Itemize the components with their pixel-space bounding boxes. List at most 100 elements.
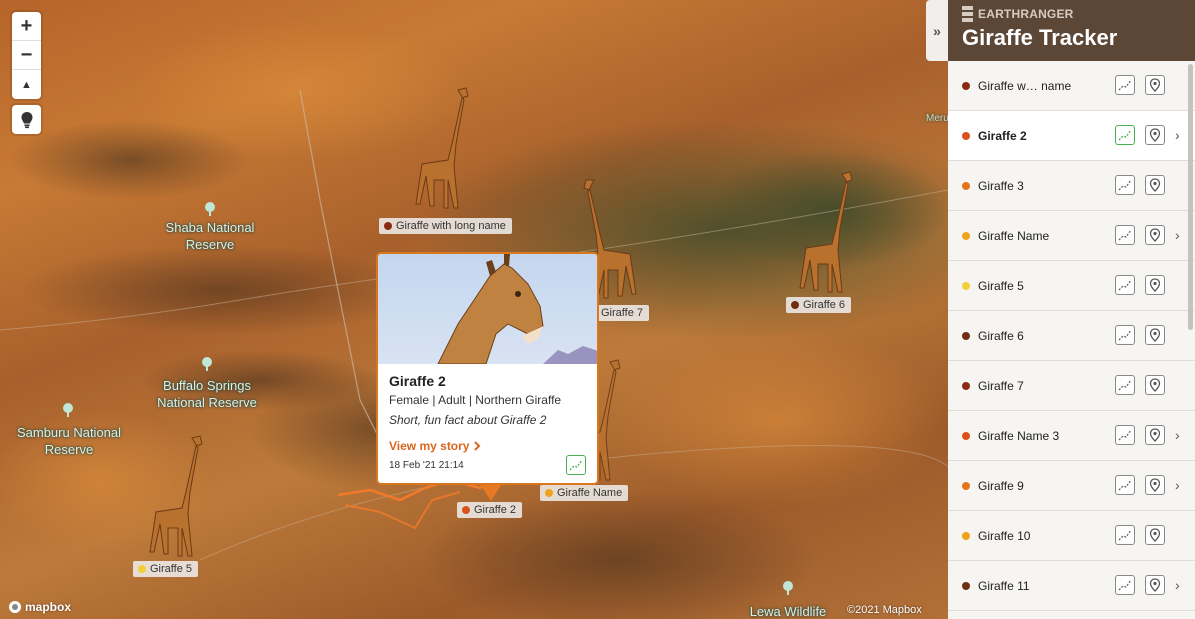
- color-dot: [962, 131, 970, 140]
- locate-on-map-button[interactable]: [1145, 275, 1165, 295]
- locate-on-map-button[interactable]: [1145, 575, 1165, 595]
- track-toggle-button[interactable]: [1115, 275, 1135, 295]
- giraffe-list-item[interactable]: Giraffe 11 ›: [948, 561, 1195, 611]
- locate-on-map-button[interactable]: [1145, 125, 1165, 145]
- giraffe-list-item[interactable]: Giraffe 9 ›: [948, 461, 1195, 511]
- map-pin-icon: [1149, 428, 1161, 442]
- lightbulb-button[interactable]: [12, 105, 41, 134]
- track-toggle-button[interactable]: [1115, 425, 1135, 445]
- giraffe-list-item[interactable]: Giraffe 2 ›: [948, 111, 1195, 161]
- giraffe-label[interactable]: Giraffe with long name: [379, 218, 512, 234]
- giraffe-label-text: Giraffe 5: [150, 563, 192, 575]
- giraffe-label-text: Giraffe 2: [474, 504, 516, 516]
- giraffe-label[interactable]: Giraffe 7: [596, 305, 649, 321]
- collapse-sidebar-button[interactable]: »: [926, 0, 948, 61]
- popup-title: Giraffe 2: [389, 373, 446, 389]
- locate-on-map-button[interactable]: [1145, 225, 1165, 245]
- chevron-right-icon[interactable]: ›: [1175, 227, 1180, 243]
- giraffe-list: Giraffe w… name Giraffe 2 › Giraffe 3 Giraff…: [948, 61, 1195, 619]
- track-toggle-button[interactable]: [1115, 75, 1135, 95]
- giraffe-marker-figure[interactable]: [408, 84, 474, 216]
- giraffe-list-item[interactable]: Giraffe 6: [948, 311, 1195, 361]
- chevron-right-icon[interactable]: ›: [1175, 427, 1180, 443]
- color-dot: [962, 581, 970, 590]
- locate-on-map-button[interactable]: [1145, 475, 1165, 495]
- mapbox-logo-text: mapbox: [25, 600, 72, 614]
- color-dot: [962, 181, 970, 190]
- chevron-right-icon[interactable]: ›: [1175, 577, 1180, 593]
- track-toggle-button[interactable]: [1115, 375, 1135, 395]
- color-dot: [138, 565, 146, 573]
- track-path-icon: [1118, 379, 1132, 391]
- locate-on-map-button[interactable]: [1145, 325, 1165, 345]
- locate-on-map-button[interactable]: [1145, 75, 1165, 95]
- track-toggle-button[interactable]: [1115, 125, 1135, 145]
- popup-meta: Female | Adult | Northern Giraffe: [389, 393, 562, 407]
- earthranger-brand: EARTHRANGER: [962, 6, 1195, 22]
- giraffe-label[interactable]: Giraffe 5: [133, 561, 198, 577]
- track-path-icon: [1118, 529, 1132, 541]
- giraffe-label[interactable]: Giraffe Name: [540, 485, 629, 501]
- map-pin-icon: [1149, 578, 1161, 592]
- giraffe-label-text: Giraffe Name: [557, 487, 623, 499]
- track-path-icon: [1118, 179, 1132, 191]
- app-root: + − ▲ Shaba National Reserve Buffalo Spr…: [0, 0, 1195, 619]
- giraffe-list-item[interactable]: Giraffe 3: [948, 161, 1195, 211]
- track-toggle-button[interactable]: [1115, 575, 1135, 595]
- giraffe-label[interactable]: Giraffe 2: [457, 502, 522, 518]
- mapbox-logo[interactable]: mapbox: [8, 600, 71, 614]
- giraffe-list-item[interactable]: Giraffe 5: [948, 261, 1195, 311]
- track-toggle-button[interactable]: [1115, 325, 1135, 345]
- track-toggle-button[interactable]: [1115, 225, 1135, 245]
- track-toggle-button[interactable]: [1115, 475, 1135, 495]
- giraffe-list-item[interactable]: Giraffe 7: [948, 361, 1195, 411]
- compass-button[interactable]: ▲: [12, 70, 41, 99]
- satellite-map[interactable]: + − ▲ Shaba National Reserve Buffalo Spr…: [0, 0, 948, 619]
- place-label-buffalo-springs: Buffalo Springs National Reserve: [157, 378, 257, 410]
- color-dot: [962, 531, 970, 540]
- place-label-lewa: Lewa Wildlife: [749, 604, 827, 619]
- map-attribution[interactable]: ©2021 Mapbox: [847, 604, 922, 616]
- locate-on-map-button[interactable]: [1145, 375, 1165, 395]
- zoom-in-button[interactable]: +: [12, 12, 41, 41]
- popup-fact: Short, fun fact about Giraffe 2: [389, 413, 547, 427]
- giraffe-list-item[interactable]: Giraffe w… name: [948, 61, 1195, 111]
- list-scrollbar[interactable]: [1188, 64, 1193, 330]
- map-pin-icon: [1149, 128, 1161, 142]
- place-label-meru: Meru National Park: [926, 113, 948, 124]
- track-path-icon: [1118, 129, 1132, 141]
- track-toggle-button[interactable]: [566, 455, 586, 475]
- map-pin-icon: [1149, 478, 1161, 492]
- track-path-icon: [1118, 329, 1132, 341]
- chevron-right-icon[interactable]: ›: [1175, 127, 1180, 143]
- map-pin-icon: [1149, 528, 1161, 542]
- park-tree-icon: [783, 581, 793, 595]
- color-dot: [962, 281, 970, 290]
- map-pin-icon: [1149, 78, 1161, 92]
- giraffe-list-item[interactable]: Giraffe Name 3 ›: [948, 411, 1195, 461]
- view-story-link[interactable]: View my story: [389, 439, 586, 453]
- track-path-icon: [1118, 79, 1132, 91]
- giraffe-list-item[interactable]: Giraffe 10: [948, 511, 1195, 561]
- view-story-label: View my story: [389, 439, 470, 453]
- giraffe-popup: Giraffe 2 Female | Adult | Northern Gira…: [376, 252, 599, 485]
- popup-timestamp: 18 Feb '21 21:14: [389, 459, 464, 471]
- track-toggle-button[interactable]: [1115, 525, 1135, 545]
- giraffe-marker-figure[interactable]: [792, 168, 858, 298]
- brand-name: EARTHRANGER: [978, 7, 1074, 21]
- zoom-out-button[interactable]: −: [12, 41, 41, 70]
- color-dot: [962, 81, 970, 90]
- track-path-icon: [1118, 279, 1132, 291]
- locate-on-map-button[interactable]: [1145, 525, 1165, 545]
- earthranger-logo-icon: [962, 6, 973, 22]
- color-dot: [962, 481, 970, 490]
- chevron-right-icon[interactable]: ›: [1175, 477, 1180, 493]
- giraffe-marker-figure[interactable]: [142, 432, 208, 562]
- track-toggle-button[interactable]: [1115, 175, 1135, 195]
- locate-on-map-button[interactable]: [1145, 175, 1165, 195]
- giraffe-label[interactable]: Giraffe 6: [786, 297, 851, 313]
- locate-on-map-button[interactable]: [1145, 425, 1165, 445]
- track-path-icon: [1118, 479, 1132, 491]
- park-tree-icon: [202, 357, 212, 371]
- giraffe-list-item[interactable]: Giraffe Name ›: [948, 211, 1195, 261]
